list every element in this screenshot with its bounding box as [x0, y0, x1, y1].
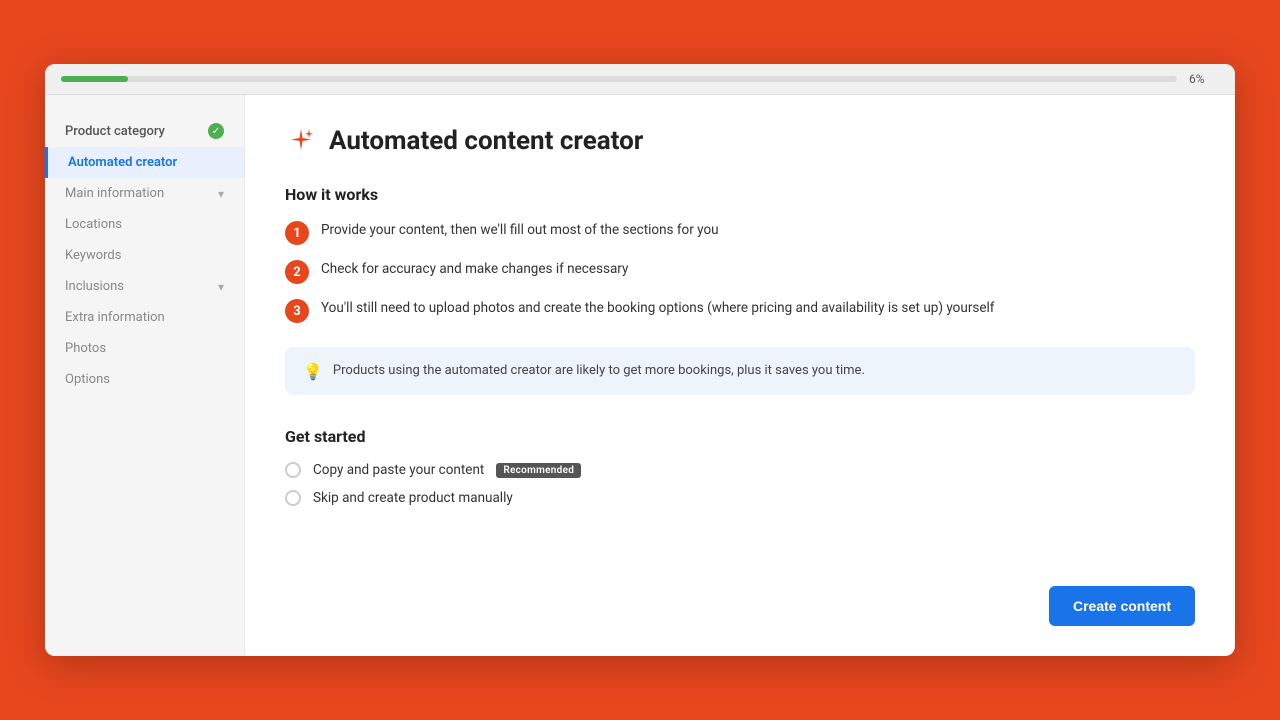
- inclusions-label: Inclusions: [65, 279, 124, 294]
- step-item-3: 3 You'll still need to upload photos and…: [285, 298, 1195, 323]
- check-icon: ✓: [208, 123, 224, 139]
- info-box: 💡 Products using the automated creator a…: [285, 347, 1195, 395]
- page-title-row: Automated content creator: [285, 125, 1195, 157]
- progress-label: 6%: [1189, 72, 1219, 86]
- main-content: Automated content creator How it works 1…: [245, 95, 1235, 656]
- extra-information-label: Extra information: [65, 310, 165, 325]
- browser-bar: 6%: [45, 64, 1235, 95]
- step-item-2: 2 Check for accuracy and make changes if…: [285, 259, 1195, 284]
- recommended-badge: Recommended: [496, 463, 581, 478]
- app-content: Product category ✓ Automated creator Mai…: [45, 95, 1235, 656]
- page-title: Automated content creator: [329, 126, 643, 156]
- sparkle-icon: [285, 125, 317, 157]
- option-skip-label: Skip and create product manually: [313, 490, 513, 506]
- option-copy-paste[interactable]: Copy and paste your content Recommended: [285, 462, 1195, 478]
- chevron-down-icon-inclusions: ▾: [218, 280, 224, 294]
- photos-label: Photos: [65, 341, 106, 356]
- sidebar-item-options[interactable]: Options: [45, 364, 244, 395]
- main-information-label: Main information: [65, 186, 164, 201]
- progress-bar-container: [61, 76, 1177, 82]
- sidebar: Product category ✓ Automated creator Mai…: [45, 95, 245, 656]
- sidebar-item-product-category[interactable]: Product category ✓: [45, 115, 244, 147]
- sidebar-item-main-information[interactable]: Main information ▾: [45, 178, 244, 209]
- browser-window: 6% Product category ✓ Automated creator …: [45, 64, 1235, 656]
- lightbulb-icon: 💡: [303, 362, 323, 381]
- sidebar-item-photos[interactable]: Photos: [45, 333, 244, 364]
- sidebar-item-keywords[interactable]: Keywords: [45, 240, 244, 271]
- get-started-heading: Get started: [285, 427, 1195, 446]
- step-text-3: You'll still need to upload photos and c…: [321, 298, 995, 318]
- bottom-bar: Create content: [285, 566, 1195, 626]
- radio-copy-paste[interactable]: [285, 462, 301, 478]
- step-number-1: 1: [285, 221, 309, 245]
- progress-bar-fill: [61, 76, 128, 82]
- keywords-label: Keywords: [65, 248, 121, 263]
- sidebar-item-extra-information[interactable]: Extra information: [45, 302, 244, 333]
- option-skip[interactable]: Skip and create product manually: [285, 490, 1195, 506]
- step-number-2: 2: [285, 260, 309, 284]
- radio-skip[interactable]: [285, 490, 301, 506]
- how-it-works-heading: How it works: [285, 185, 1195, 204]
- step-number-3: 3: [285, 299, 309, 323]
- automated-creator-label: Automated creator: [68, 155, 177, 170]
- step-text-1: Provide your content, then we'll fill ou…: [321, 220, 719, 240]
- product-category-label: Product category: [65, 124, 165, 139]
- step-item-1: 1 Provide your content, then we'll fill …: [285, 220, 1195, 245]
- sidebar-item-inclusions[interactable]: Inclusions ▾: [45, 271, 244, 302]
- step-text-2: Check for accuracy and make changes if n…: [321, 259, 628, 279]
- option-copy-paste-label: Copy and paste your content: [313, 462, 484, 478]
- sidebar-item-locations[interactable]: Locations: [45, 209, 244, 240]
- sidebar-item-automated-creator[interactable]: Automated creator: [45, 147, 244, 178]
- chevron-down-icon: ▾: [218, 187, 224, 201]
- steps-list: 1 Provide your content, then we'll fill …: [285, 220, 1195, 323]
- create-content-button[interactable]: Create content: [1049, 586, 1195, 626]
- info-text: Products using the automated creator are…: [333, 361, 865, 381]
- locations-label: Locations: [65, 217, 122, 232]
- options-label: Options: [65, 372, 110, 387]
